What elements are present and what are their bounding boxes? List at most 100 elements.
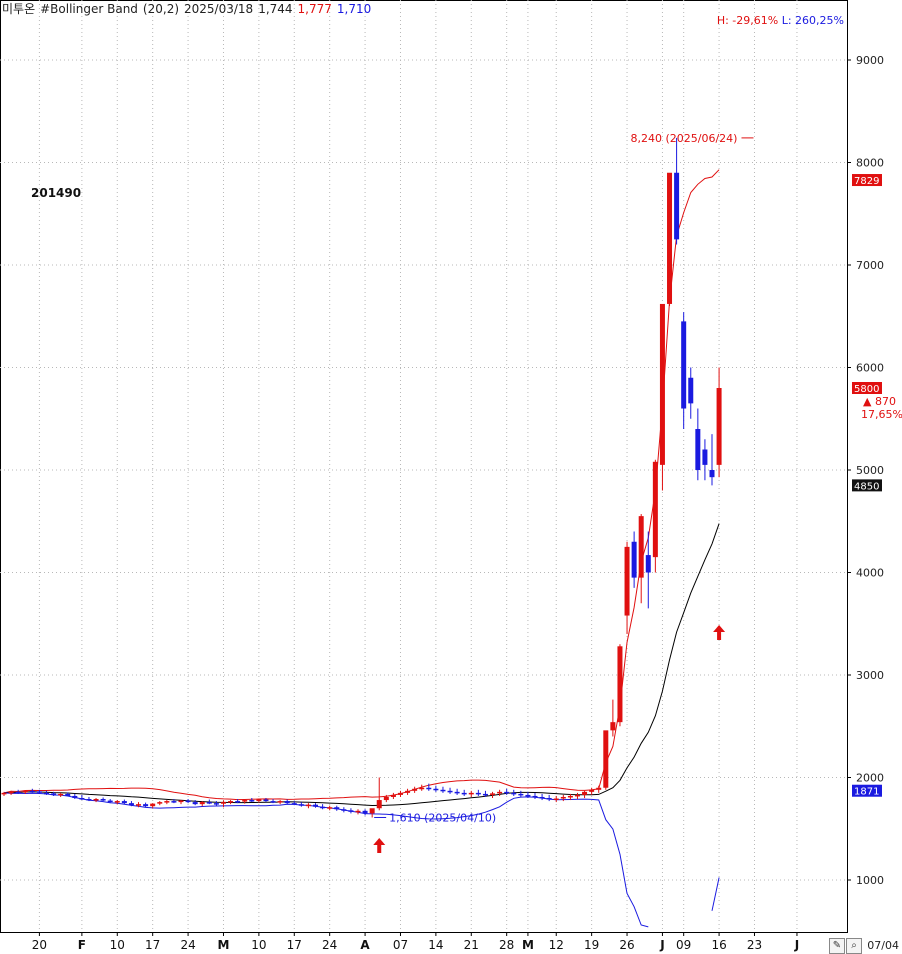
candle-body (567, 795, 573, 798)
candle-body (228, 801, 234, 803)
y-tick-label: 2000 (856, 772, 884, 785)
candle-body (121, 801, 127, 804)
upper-band-line (3, 169, 720, 801)
candle-body (178, 800, 184, 803)
candle-body (652, 461, 658, 558)
x-tick-label: 14 (428, 938, 443, 952)
candle-body (164, 801, 170, 803)
candle-body (51, 793, 57, 795)
candle-body (688, 377, 694, 404)
y-tick-label: 6000 (856, 362, 884, 375)
candle-body (348, 810, 354, 812)
candle-body (702, 449, 708, 465)
candle-body (433, 788, 439, 791)
candle-body (454, 791, 460, 794)
candle-body (93, 799, 99, 801)
candle-body (171, 801, 177, 803)
lower-band-line (3, 792, 649, 928)
x-tick-label: 10 (251, 938, 266, 952)
candle-body (79, 798, 85, 800)
candle-body (560, 796, 566, 799)
candle-body (369, 808, 375, 814)
candle-body (242, 800, 248, 802)
candle-body (192, 802, 198, 805)
candle-body (43, 792, 49, 795)
candle-body (383, 796, 389, 801)
candle-body (72, 795, 78, 798)
candle-body (447, 790, 453, 793)
buy-signal-arrow (713, 625, 726, 640)
candle-body (22, 790, 28, 793)
candle-body (29, 790, 35, 793)
header-date: 2025/03/18 (184, 2, 254, 16)
candle-body (220, 802, 226, 804)
candle-body (143, 804, 149, 807)
x-tick-label: 28 (499, 938, 514, 952)
x-tick-label: J (659, 938, 664, 952)
candle-body (518, 793, 524, 796)
x-tick-label: A (360, 938, 370, 952)
indicator-params: (20,2) (142, 2, 180, 16)
candle-body (525, 794, 531, 797)
x-tick-label: 17 (145, 938, 160, 952)
candle-body (497, 791, 503, 794)
candle-body (270, 801, 276, 803)
candle-body (546, 798, 552, 800)
candle-body (284, 801, 290, 804)
x-tick-label: M (218, 938, 230, 952)
zoom-icon[interactable]: ⌕ (846, 938, 862, 954)
y-tick-label: 7000 (856, 259, 884, 272)
x-tick-label: 12 (549, 938, 564, 952)
candle-body (659, 303, 665, 465)
lower-band-line (711, 877, 720, 911)
y-tick-label: 5000 (856, 464, 884, 477)
candle-body (100, 799, 106, 801)
lower-band-badge: 1871 (854, 787, 879, 798)
candle-body (461, 792, 467, 795)
candle-body (638, 516, 644, 578)
candle-body (235, 801, 241, 803)
stock-name: 미투온 (2, 2, 36, 16)
candle-body (405, 790, 411, 793)
candle-body (412, 788, 418, 791)
candle-body (199, 802, 205, 805)
candle-body (65, 793, 71, 796)
x-tick-label: 26 (619, 938, 634, 952)
candle-body (334, 807, 340, 810)
candle-body (362, 810, 368, 814)
candle-body (645, 555, 651, 573)
x-tick-label: 10 (110, 938, 125, 952)
candle-body (376, 800, 382, 809)
header-close: 1,744 (258, 2, 293, 16)
candle-body (582, 791, 588, 795)
candle-body (58, 793, 64, 796)
change-percent: 17,65% (861, 408, 902, 421)
candle-body (114, 801, 120, 803)
candle-body (695, 429, 701, 470)
draw-icon[interactable]: ✎ (829, 938, 845, 954)
candle-body (277, 801, 283, 803)
x-tick-label: 21 (464, 938, 479, 952)
candle-body (341, 809, 347, 811)
y-tick-label: 8000 (856, 157, 884, 170)
indicator-name: #Bollinger Band (40, 2, 138, 16)
middle-band-badge: 4850 (854, 481, 879, 492)
x-tick-label: M (522, 938, 534, 952)
last-close-badge: 5800 (854, 384, 879, 395)
candle-body (610, 722, 616, 731)
candle-body (426, 787, 432, 790)
candle-body (291, 803, 297, 805)
candle-body (419, 787, 425, 790)
candle-body (681, 321, 687, 409)
candle-body (313, 804, 319, 807)
candle-body (440, 789, 446, 792)
candle-body (298, 804, 304, 806)
price-chart[interactable]: 1000 2000 3000 4000 5000 6000 7000 8000 9000 20 F 1… (0, 0, 902, 954)
y-tick-label: 9000 (856, 54, 884, 67)
candle-body (86, 799, 92, 801)
candle-body (511, 792, 517, 795)
change-value: ▲ 870 (863, 395, 896, 408)
candle-body (574, 794, 580, 797)
candle-body (15, 791, 21, 794)
candle-body (107, 800, 113, 803)
